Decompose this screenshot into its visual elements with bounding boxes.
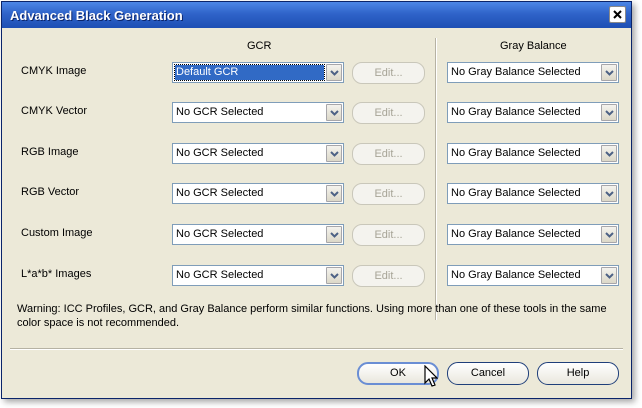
row-label-custom-image: Custom Image: [21, 227, 93, 239]
gray-balance-select-cmyk-vector[interactable]: No Gray Balance Selected: [447, 102, 619, 123]
gray-balance-select-lab-images[interactable]: No Gray Balance Selected: [447, 265, 619, 286]
chevron-down-icon[interactable]: [601, 226, 617, 243]
dialog-body: GCR Gray Balance CMYK Image Default GCR …: [2, 28, 631, 398]
gray-balance-select-value: No Gray Balance Selected: [451, 147, 581, 159]
gcr-column-header: GCR: [247, 40, 272, 52]
gray-balance-select-custom-image[interactable]: No Gray Balance Selected: [447, 224, 619, 245]
gcr-select-cmyk-image[interactable]: Default GCR: [172, 62, 344, 83]
chevron-down-icon[interactable]: [601, 267, 617, 284]
advanced-black-generation-dialog: Advanced Black Generation GCR Gray Balan…: [1, 1, 632, 399]
gray-balance-select-value: No Gray Balance Selected: [451, 228, 581, 240]
gray-balance-select-cmyk-image[interactable]: No Gray Balance Selected: [447, 62, 619, 83]
edit-button-cmyk-image[interactable]: Edit...: [352, 62, 425, 84]
gray-balance-select-rgb-vector[interactable]: No Gray Balance Selected: [447, 183, 619, 204]
chevron-down-icon[interactable]: [326, 145, 342, 162]
chevron-down-icon[interactable]: [326, 267, 342, 284]
title-bar[interactable]: Advanced Black Generation: [2, 2, 631, 28]
chevron-down-icon[interactable]: [601, 185, 617, 202]
gcr-select-custom-image[interactable]: No GCR Selected: [172, 224, 344, 245]
gcr-select-cmyk-vector[interactable]: No GCR Selected: [172, 102, 344, 123]
close-button[interactable]: [609, 6, 626, 23]
gray-balance-select-value: No Gray Balance Selected: [451, 269, 581, 281]
window-title: Advanced Black Generation: [10, 8, 183, 23]
row-label-lab-images: L*a*b* Images: [21, 268, 92, 280]
gcr-select-value: No GCR Selected: [176, 228, 264, 240]
gcr-select-value: No GCR Selected: [176, 147, 264, 159]
cancel-button[interactable]: Cancel: [447, 362, 529, 385]
edit-button-rgb-vector[interactable]: Edit...: [352, 183, 425, 205]
gray-balance-select-value: No Gray Balance Selected: [451, 66, 581, 78]
gcr-select-rgb-vector[interactable]: No GCR Selected: [172, 183, 344, 204]
row-label-cmyk-image: CMYK Image: [21, 65, 87, 77]
gray-balance-select-value: No Gray Balance Selected: [451, 106, 581, 118]
row-label-rgb-vector: RGB Vector: [21, 186, 80, 198]
chevron-down-icon[interactable]: [326, 185, 342, 202]
close-icon: [612, 9, 623, 20]
row-label-cmyk-vector: CMYK Vector: [21, 105, 88, 117]
chevron-down-icon[interactable]: [326, 226, 342, 243]
gcr-select-rgb-image[interactable]: No GCR Selected: [172, 143, 344, 164]
gcr-select-lab-images[interactable]: No GCR Selected: [172, 265, 344, 286]
edit-button-lab-images[interactable]: Edit...: [352, 265, 425, 287]
edit-button-custom-image[interactable]: Edit...: [352, 224, 425, 246]
horizontal-divider: [10, 348, 623, 350]
help-button[interactable]: Help: [537, 362, 619, 385]
row-label-rgb-image: RGB Image: [21, 146, 79, 158]
gcr-select-value: Default GCR: [174, 64, 325, 81]
gcr-select-value: No GCR Selected: [176, 106, 264, 118]
gray-balance-select-value: No Gray Balance Selected: [451, 187, 581, 199]
chevron-down-icon[interactable]: [326, 104, 342, 121]
warning-text: Warning: ICC Profiles, GCR, and Gray Bal…: [17, 303, 607, 329]
gray-balance-select-rgb-image[interactable]: No Gray Balance Selected: [447, 143, 619, 164]
chevron-down-icon[interactable]: [601, 145, 617, 162]
mouse-pointer-icon: [424, 364, 439, 392]
column-divider: [435, 38, 437, 320]
gcr-select-value: No GCR Selected: [176, 269, 264, 281]
edit-button-cmyk-vector[interactable]: Edit...: [352, 102, 425, 124]
gray-balance-column-header: Gray Balance: [500, 40, 567, 52]
chevron-down-icon[interactable]: [601, 64, 617, 81]
chevron-down-icon[interactable]: [601, 104, 617, 121]
edit-button-rgb-image[interactable]: Edit...: [352, 143, 425, 165]
chevron-down-icon[interactable]: [326, 64, 342, 81]
gcr-select-value: No GCR Selected: [176, 187, 264, 199]
